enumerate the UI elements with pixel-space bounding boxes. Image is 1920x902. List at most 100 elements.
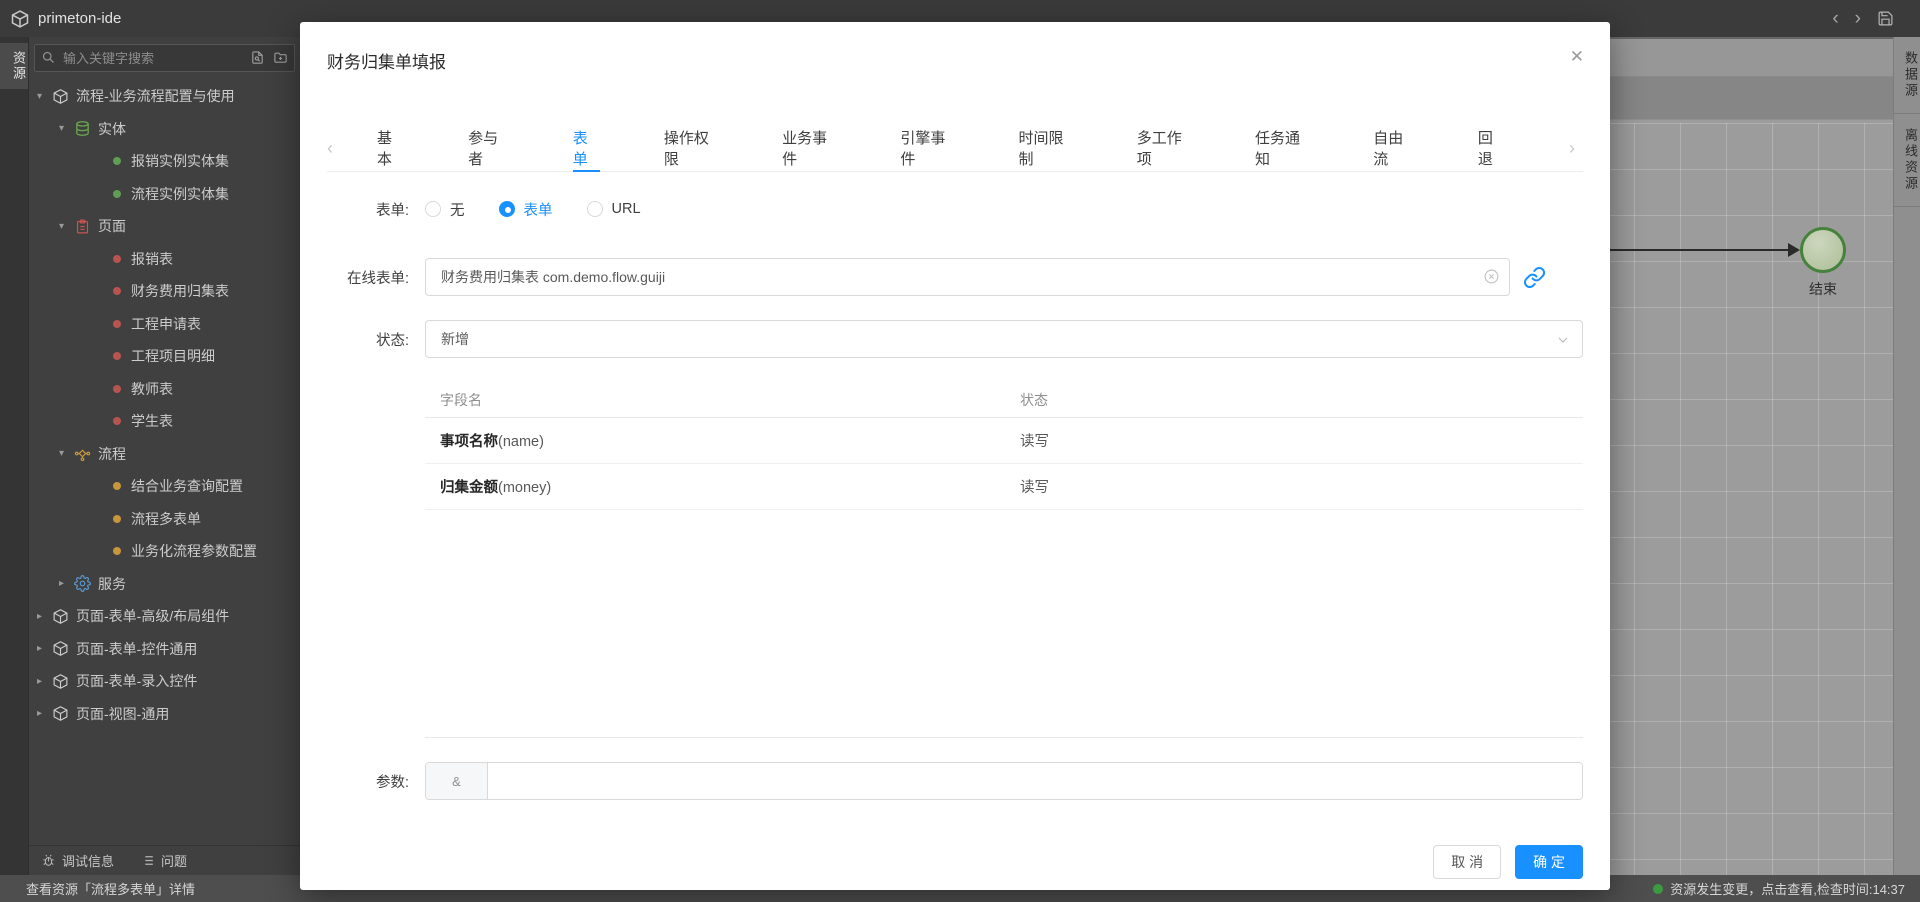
tree-item[interactable]: 流程多表单 bbox=[29, 503, 300, 536]
dot-red-icon bbox=[113, 320, 121, 328]
tree-item-label: 页面 bbox=[98, 216, 126, 236]
cancel-button[interactable]: 取 消 bbox=[1433, 845, 1501, 879]
tree-item[interactable]: ▸ 服务 bbox=[29, 568, 300, 601]
problems-button[interactable]: 问题 bbox=[140, 851, 187, 870]
tab-rollback[interactable]: 回退 bbox=[1478, 126, 1505, 172]
tree-item[interactable]: 学生表 bbox=[29, 405, 300, 438]
page-icon bbox=[73, 217, 91, 235]
params-label: 参数: bbox=[300, 771, 409, 792]
tree-item[interactable]: ▸页面-视图-通用 bbox=[29, 698, 300, 731]
close-icon[interactable]: ✕ bbox=[1570, 48, 1584, 65]
online-form-row: 在线表单: bbox=[300, 258, 1583, 296]
tabs-scroll-left-icon[interactable]: ‹ bbox=[327, 138, 341, 159]
tab-engine-events[interactable]: 引擎事件 bbox=[900, 126, 954, 172]
tree-item-label: 工程项目明细 bbox=[131, 346, 215, 366]
expand-arrow-icon[interactable]: ▸ bbox=[37, 676, 51, 687]
collapse-arrow-icon[interactable]: ▾ bbox=[37, 91, 51, 102]
expand-arrow-icon[interactable]: ▸ bbox=[37, 611, 51, 622]
params-input[interactable] bbox=[488, 763, 1582, 799]
package-icon bbox=[51, 607, 69, 625]
resource-change-notice[interactable]: 资源发生变更，点击查看,检查时间:14:37 bbox=[1653, 879, 1905, 898]
app-title: primeton-ide bbox=[38, 10, 121, 27]
tab-business-events[interactable]: 业务事件 bbox=[782, 126, 836, 172]
tab-task-notification[interactable]: 任务通知 bbox=[1255, 126, 1309, 172]
tree-item[interactable]: ▾ 页面 bbox=[29, 210, 300, 243]
dot-red-icon bbox=[113, 385, 121, 393]
tabs-scroll-right-icon[interactable]: › bbox=[1569, 138, 1583, 159]
right-tab-offline-resources[interactable]: 离线资源 bbox=[1894, 114, 1920, 207]
resource-tree: ▾流程-业务流程配置与使用▾实体报销实例实体集流程实例实体集 ▾ 页面报销表财务费用… bbox=[29, 77, 300, 845]
tab-operation-permission[interactable]: 操作权限 bbox=[664, 126, 718, 172]
expand-arrow-icon[interactable]: ▸ bbox=[59, 578, 73, 589]
online-form-input[interactable] bbox=[425, 258, 1510, 296]
form-type-row: 表单: 无 表单 URL bbox=[300, 194, 1583, 224]
field-permission-table: 字段名 状态 事项名称(name)读写归集金额(money)读写 bbox=[425, 382, 1583, 510]
flow-arrowhead bbox=[1788, 243, 1800, 257]
form-type-label: 表单: bbox=[300, 199, 409, 220]
flow-icon bbox=[73, 445, 91, 463]
debug-info-button[interactable]: 调试信息 bbox=[41, 851, 114, 870]
tree-item[interactable]: 工程申请表 bbox=[29, 308, 300, 341]
tab-time-limit[interactable]: 时间限制 bbox=[1019, 126, 1073, 172]
status-select[interactable]: 新增 bbox=[425, 320, 1583, 358]
tree-item[interactable]: ▾流程-业务流程配置与使用 bbox=[29, 80, 300, 113]
tree-item[interactable]: ▾ 流程 bbox=[29, 438, 300, 471]
table-row[interactable]: 事项名称(name)读写 bbox=[425, 418, 1583, 464]
collapse-arrow-icon[interactable]: ▾ bbox=[59, 448, 73, 459]
flow-end-node[interactable] bbox=[1800, 227, 1846, 273]
save-icon[interactable] bbox=[1877, 10, 1894, 27]
tree-item-label: 服务 bbox=[98, 574, 126, 594]
activity-tab-resources[interactable]: 资源 bbox=[0, 43, 28, 89]
right-tab-data-source[interactable]: 数据源 bbox=[1894, 37, 1920, 114]
chevron-down-icon bbox=[1556, 333, 1570, 347]
package-icon bbox=[51, 87, 69, 105]
tree-item[interactable]: 业务化流程参数配置 bbox=[29, 535, 300, 568]
field-name-cell: 事项名称(name) bbox=[425, 430, 1020, 451]
radio-option-none[interactable]: 无 bbox=[425, 199, 465, 220]
table-row[interactable]: 归集金额(money)读写 bbox=[425, 464, 1583, 510]
tree-item[interactable]: 报销表 bbox=[29, 243, 300, 276]
tree-item[interactable]: ▸页面-表单-控件通用 bbox=[29, 633, 300, 666]
tab-basic[interactable]: 基本 bbox=[377, 126, 404, 172]
radio-option-form[interactable]: 表单 bbox=[499, 199, 553, 220]
clear-input-icon[interactable] bbox=[1483, 268, 1500, 285]
radio-option-label: URL bbox=[612, 201, 641, 217]
tree-item[interactable]: 教师表 bbox=[29, 373, 300, 406]
tree-item[interactable]: 财务费用归集表 bbox=[29, 275, 300, 308]
tab-free-flow[interactable]: 自由流 bbox=[1373, 126, 1414, 172]
tree-item[interactable]: 流程实例实体集 bbox=[29, 178, 300, 211]
tree-item-label: 学生表 bbox=[131, 411, 173, 431]
field-status-cell: 读写 bbox=[1020, 476, 1583, 497]
tree-item[interactable]: 结合业务查询配置 bbox=[29, 470, 300, 503]
radio-checked-icon bbox=[499, 201, 515, 217]
new-folder-icon[interactable] bbox=[273, 50, 288, 65]
radio-option-url[interactable]: URL bbox=[587, 201, 641, 217]
confirm-button[interactable]: 确 定 bbox=[1515, 845, 1583, 879]
gear-icon bbox=[73, 575, 91, 593]
tree-item-label: 教师表 bbox=[131, 379, 173, 399]
tree-item[interactable]: 报销实例实体集 bbox=[29, 145, 300, 178]
expand-arrow-icon[interactable]: ▸ bbox=[37, 708, 51, 719]
tree-item[interactable]: ▸页面-表单-高级/布局组件 bbox=[29, 600, 300, 633]
tree-item-label: 流程 bbox=[98, 444, 126, 464]
dot-green-icon bbox=[113, 157, 121, 165]
expand-arrow-icon[interactable]: ▸ bbox=[37, 643, 51, 654]
tab-form[interactable]: 表单 bbox=[573, 126, 600, 172]
dot-red-icon bbox=[113, 255, 121, 263]
tab-participants[interactable]: 参与者 bbox=[468, 126, 509, 172]
tree-item[interactable]: ▸页面-表单-录入控件 bbox=[29, 665, 300, 698]
search-icon bbox=[41, 50, 56, 65]
tab-multi-workitem[interactable]: 多工作项 bbox=[1137, 126, 1191, 172]
collapse-arrow-icon[interactable]: ▾ bbox=[59, 221, 73, 232]
dot-red-icon bbox=[113, 352, 121, 360]
dot-red-icon bbox=[113, 287, 121, 295]
nav-forward-icon[interactable]: › bbox=[1855, 9, 1861, 28]
collapse-arrow-icon[interactable]: ▾ bbox=[59, 123, 73, 134]
nav-back-icon[interactable]: ‹ bbox=[1832, 9, 1838, 28]
tree-item[interactable]: ▾实体 bbox=[29, 113, 300, 146]
online-form-label: 在线表单: bbox=[300, 267, 409, 288]
link-icon[interactable] bbox=[1523, 266, 1546, 289]
activity-bar: 资源 bbox=[0, 37, 28, 875]
file-search-icon[interactable] bbox=[250, 50, 265, 65]
tree-item[interactable]: 工程项目明细 bbox=[29, 340, 300, 373]
